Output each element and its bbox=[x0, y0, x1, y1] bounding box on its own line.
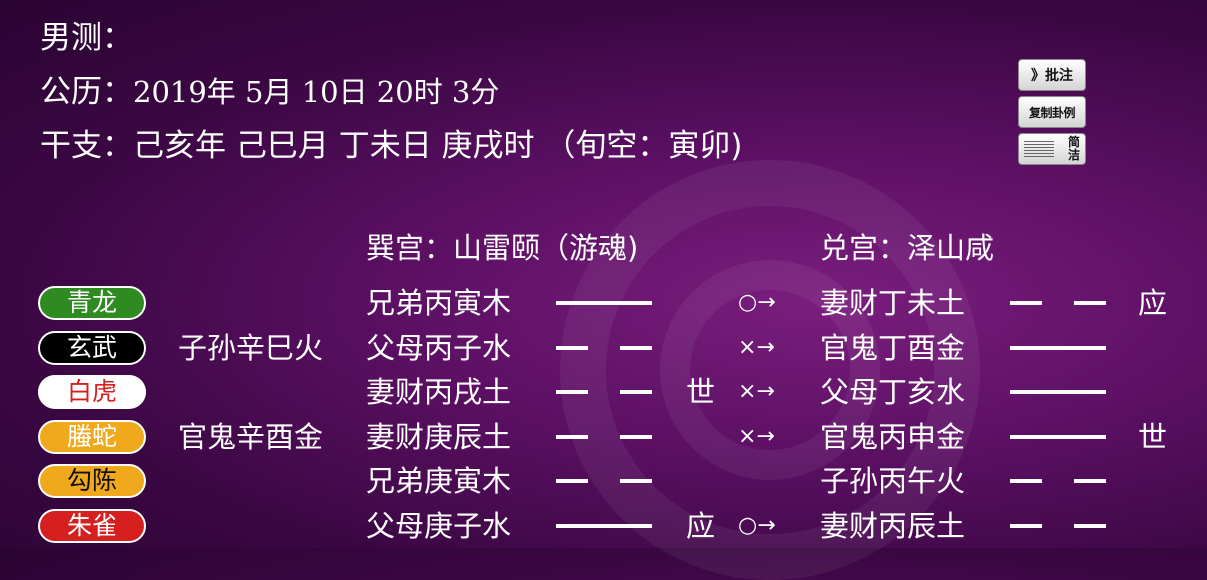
moving-line-icon: ×→ bbox=[738, 379, 775, 404]
changed-position-mark: 应 bbox=[1138, 286, 1168, 320]
main-position-mark: 世 bbox=[686, 375, 716, 409]
changed-line-text: 官鬼丁酉金 bbox=[820, 330, 966, 365]
main-line-text: 兄弟庚寅木 bbox=[366, 464, 512, 498]
spirit-badge: 白虎 bbox=[38, 375, 146, 409]
annotate-label: 》批注 bbox=[1031, 68, 1073, 84]
moving-line-icon: ×→ bbox=[738, 423, 775, 449]
solar-date-line: 公历：2019年 5月 10日 20时 3分 bbox=[40, 72, 499, 112]
spirit-badge: 朱雀 bbox=[38, 508, 146, 543]
spirit-badge: 螣蛇 bbox=[38, 419, 146, 454]
annotate-button[interactable]: 》批注 bbox=[1018, 59, 1086, 91]
solar-label: 公历： bbox=[40, 74, 133, 110]
concise-view-button[interactable]: 简洁 bbox=[1018, 133, 1086, 165]
main-line-text: 父母庚子水 bbox=[366, 508, 512, 543]
ganzhi-line: 干支：己亥年 己巳月 丁未日 庚戌时 （旬空：寅卯) bbox=[40, 126, 743, 166]
main-line-text: 妻财丙戌土 bbox=[366, 375, 512, 409]
changed-hexagram-title: 兑宫：泽山咸 bbox=[820, 231, 995, 265]
changed-line-text: 妻财丙辰土 bbox=[820, 508, 966, 543]
moving-line-icon: ○→ bbox=[738, 290, 776, 315]
hexagram-line-row: 勾陈 兄弟庚寅木 子孙丙午火 bbox=[0, 459, 1207, 503]
copy-case-button[interactable]: 复制卦例 bbox=[1018, 96, 1086, 128]
yin-line-mark bbox=[1010, 479, 1106, 483]
yin-line-mark bbox=[1010, 523, 1106, 528]
yang-line-mark bbox=[1010, 390, 1106, 394]
main-line-text: 妻财庚辰土 bbox=[366, 419, 512, 454]
hexagram-line-row: 白虎 妻财丙戌土 世 ×→ 父母丁亥水 bbox=[0, 370, 1207, 414]
yang-line-mark bbox=[556, 301, 652, 305]
ganzhi-value: 己亥年 己巳月 丁未日 庚戌时 （旬空：寅卯) bbox=[133, 128, 743, 164]
hexagram-line-row: 青龙 兄弟丙寅木 ○→ 妻财丁未土 应 bbox=[0, 281, 1207, 325]
moving-line-icon: ○→ bbox=[738, 512, 776, 538]
main-line-text: 父母丙子水 bbox=[366, 330, 512, 365]
hexagram-line-row: 朱雀 父母庚子水 应 ○→ 妻财丙辰土 bbox=[0, 504, 1207, 548]
gender-line: 男测： bbox=[40, 18, 133, 58]
hidden-spirit-text: 子孙辛巳火 bbox=[178, 330, 324, 365]
list-lines-icon bbox=[1024, 141, 1054, 157]
copy-case-label: 复制卦例 bbox=[1028, 105, 1076, 120]
concise-label: 简洁 bbox=[1067, 135, 1080, 162]
yin-line-mark bbox=[556, 390, 652, 394]
spirit-badge: 玄武 bbox=[38, 330, 146, 365]
spirit-badge: 青龙 bbox=[38, 286, 146, 320]
yang-line-mark bbox=[1010, 434, 1106, 439]
changed-line-text: 子孙丙午火 bbox=[820, 464, 966, 498]
changed-line-text: 父母丁亥水 bbox=[820, 375, 966, 409]
yin-line-mark bbox=[1010, 301, 1106, 305]
moving-line-icon: ×→ bbox=[738, 334, 775, 360]
changed-line-text: 官鬼丙申金 bbox=[820, 419, 966, 454]
yin-line-mark bbox=[556, 479, 652, 483]
main-line-text: 兄弟丙寅木 bbox=[366, 286, 512, 320]
yang-line-mark bbox=[1010, 345, 1106, 350]
yang-line-mark bbox=[556, 523, 652, 528]
main-hexagram-title: 巽宫：山雷颐（游魂) bbox=[366, 231, 639, 265]
spirit-badge: 勾陈 bbox=[38, 464, 146, 498]
yin-line-mark bbox=[556, 434, 652, 439]
hexagram-line-row: 螣蛇 官鬼辛酉金 妻财庚辰土 ×→ 官鬼丙申金 世 bbox=[0, 415, 1207, 459]
gender-text: 男测： bbox=[40, 20, 133, 56]
hexagram-line-row: 玄武 子孙辛巳火 父母丙子水 ×→ 官鬼丁酉金 bbox=[0, 326, 1207, 370]
main-position-mark: 应 bbox=[686, 508, 716, 543]
yin-line-mark bbox=[556, 345, 652, 350]
changed-position-mark: 世 bbox=[1138, 419, 1168, 454]
hidden-spirit-text: 官鬼辛酉金 bbox=[178, 419, 324, 454]
changed-line-text: 妻财丁未土 bbox=[820, 286, 966, 320]
ganzhi-label: 干支： bbox=[40, 128, 133, 164]
solar-date: 2019年 5月 10日 20时 3分 bbox=[133, 75, 500, 109]
